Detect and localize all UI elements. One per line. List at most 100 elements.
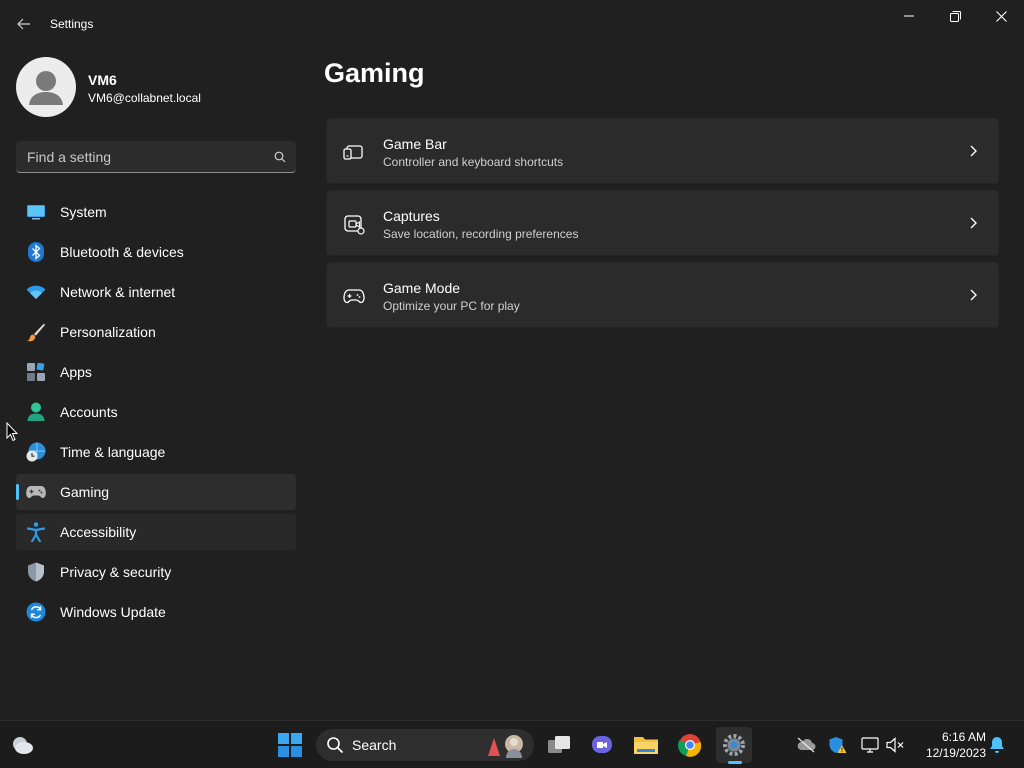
cloud-icon: [13, 737, 33, 754]
active-app-indicator: [728, 761, 742, 764]
chevron-right-icon: [970, 145, 977, 157]
accessibility-icon: [26, 522, 46, 542]
search-highlight-art-icon: [488, 735, 523, 758]
onedrive-tray-button[interactable]: [794, 733, 818, 757]
card-title: Captures: [383, 208, 440, 224]
sidebar-item-label: Privacy & security: [60, 564, 172, 580]
user-name: VM6: [88, 72, 117, 88]
minimize-icon: [904, 15, 914, 17]
minimize-button[interactable]: [886, 0, 932, 32]
game-mode-card[interactable]: Game Mode Optimize your PC for play: [326, 262, 999, 328]
card-subtitle: Save location, recording preferences: [383, 227, 579, 241]
sidebar-item-personalization[interactable]: Personalization: [16, 314, 296, 350]
chrome-icon: [678, 734, 702, 757]
globe-clock-icon: [26, 442, 46, 462]
sidebar-item-system[interactable]: System: [16, 194, 296, 230]
apps-icon: [26, 362, 46, 382]
chevron-right-icon: [970, 217, 977, 229]
gear-icon: [723, 734, 745, 756]
person-icon: [26, 402, 46, 422]
brush-icon: [26, 322, 46, 342]
restore-icon: [949, 10, 961, 22]
bell-icon: [990, 737, 1004, 753]
search-icon: [264, 151, 296, 163]
card-subtitle: Optimize your PC for play: [383, 299, 520, 313]
sidebar-item-label: Network & internet: [60, 284, 176, 300]
volume-muted-icon: [886, 737, 904, 753]
game-bar-icon: [343, 145, 363, 160]
title-bar: Settings: [0, 0, 1024, 48]
restore-button[interactable]: [932, 0, 978, 32]
sidebar-nav: System Bluetooth & devices Network & int…: [16, 194, 296, 634]
gamepad-icon: [26, 482, 46, 502]
clock-time: 6:16 AM: [941, 730, 986, 744]
volume-tray-button[interactable]: [884, 733, 908, 757]
app-title: Settings: [50, 17, 94, 31]
sidebar-item-label: Bluetooth & devices: [60, 244, 184, 260]
sidebar-item-label: Accounts: [60, 404, 118, 420]
shield-icon: [26, 562, 46, 582]
defender-warning-icon: [829, 737, 847, 753]
wifi-icon: [26, 282, 46, 302]
captures-icon: [344, 215, 365, 235]
chrome-button[interactable]: [672, 727, 708, 763]
sidebar-item-accessibility[interactable]: Accessibility: [16, 514, 296, 550]
taskbar-clock[interactable]: 6:16 AM 12/19/2023: [914, 729, 986, 761]
update-icon: [26, 602, 46, 622]
sidebar-item-time-language[interactable]: Time & language: [16, 434, 296, 470]
selection-indicator: [16, 484, 19, 500]
sidebar-item-gaming[interactable]: Gaming: [16, 474, 296, 510]
avatar[interactable]: [16, 57, 76, 117]
chat-icon: [592, 736, 612, 753]
mouse-cursor-icon: [6, 422, 18, 442]
taskbar-search-label: Search: [352, 737, 397, 753]
taskbar-search[interactable]: Search: [316, 729, 534, 761]
search-input[interactable]: Find a setting: [16, 141, 296, 173]
user-email: VM6@collabnet.local: [88, 91, 201, 105]
security-tray-button[interactable]: [826, 733, 850, 757]
sidebar-item-privacy[interactable]: Privacy & security: [16, 554, 296, 590]
arrow-left-icon: [17, 18, 30, 30]
task-view-button[interactable]: [541, 727, 577, 763]
controller-icon: [343, 289, 365, 304]
folder-icon: [634, 737, 658, 754]
teams-chat-button[interactable]: [584, 727, 620, 763]
card-title: Game Mode: [383, 280, 461, 296]
sidebar-item-label: Windows Update: [60, 604, 166, 620]
sidebar-item-label: Personalization: [60, 324, 156, 340]
game-bar-card[interactable]: Game Bar Controller and keyboard shortcu…: [326, 118, 999, 184]
close-icon: [995, 10, 1007, 22]
file-explorer-button[interactable]: [628, 727, 664, 763]
card-title: Game Bar: [383, 136, 447, 152]
sidebar-item-accounts[interactable]: Accounts: [16, 394, 296, 430]
windows-logo-icon: [278, 733, 302, 757]
sidebar-item-network[interactable]: Network & internet: [16, 274, 296, 310]
settings-app-button[interactable]: [716, 727, 752, 763]
card-subtitle: Controller and keyboard shortcuts: [383, 155, 564, 169]
settings-cards: Game Bar Controller and keyboard shortcu…: [326, 118, 999, 334]
chevron-right-icon: [970, 289, 977, 301]
clock-date: 12/19/2023: [925, 746, 986, 760]
search-icon: [327, 737, 344, 754]
bluetooth-icon: [26, 242, 46, 262]
sidebar-item-label: System: [60, 204, 107, 220]
cloud-offline-icon: [797, 737, 816, 753]
sidebar-item-apps[interactable]: Apps: [16, 354, 296, 390]
close-button[interactable]: [978, 0, 1024, 32]
network-tray-button[interactable]: [858, 733, 882, 757]
page-title: Gaming: [324, 58, 425, 88]
captures-card[interactable]: Captures Save location, recording prefer…: [326, 190, 999, 256]
weather-widget-button[interactable]: [4, 727, 40, 763]
back-button[interactable]: [8, 10, 40, 38]
sidebar-item-windows-update[interactable]: Windows Update: [16, 594, 296, 630]
start-button[interactable]: [272, 727, 308, 763]
sidebar-item-bluetooth[interactable]: Bluetooth & devices: [16, 234, 296, 270]
system-icon: [26, 202, 46, 222]
sidebar-item-label: Gaming: [60, 484, 110, 500]
notifications-button[interactable]: [985, 733, 1009, 757]
network-icon: [861, 737, 879, 753]
taskbar: Search 6:16 AM 12/19/2023: [0, 720, 1024, 768]
task-view-icon: [548, 736, 570, 753]
sidebar-item-label: Time & language: [60, 444, 166, 460]
user-silhouette-icon: [29, 71, 63, 105]
